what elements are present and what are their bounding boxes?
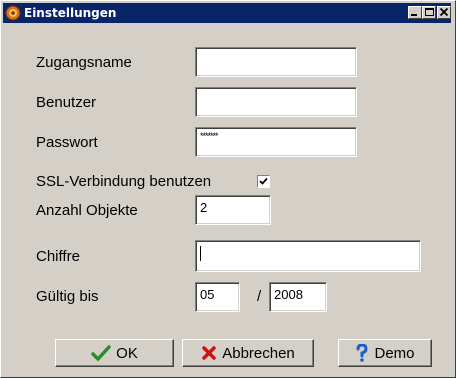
question-mark-icon [356,344,368,362]
ssl-checkbox[interactable] [257,175,270,188]
object-count-input[interactable]: 2 [195,195,271,225]
cipher-input[interactable] [195,240,421,272]
window-title: Einstellungen [24,6,117,20]
user-input[interactable] [195,87,357,117]
ok-button[interactable]: OK [55,339,174,367]
minimize-icon [411,14,417,16]
red-x-icon [202,346,216,360]
title-bar[interactable]: Einstellungen [3,3,451,23]
checkmark-icon [91,345,111,362]
account-name-input[interactable] [195,47,357,77]
cancel-label: Abbrechen [222,344,295,362]
checkmark-icon [259,177,268,185]
account-name-label: Zugangsname [36,54,132,71]
date-separator: / [257,288,262,305]
valid-year-input[interactable]: 2008 [269,282,327,312]
demo-button[interactable]: Demo [338,339,432,367]
demo-label: Demo [374,344,415,362]
minimize-button[interactable] [408,6,422,19]
cancel-button[interactable]: Abbrechen [182,339,314,367]
maximize-button[interactable] [422,6,436,19]
settings-window: Einstellungen Zugangsname Benutzer Passw… [0,0,456,378]
cipher-label: Chiffre [36,248,80,265]
ok-label: OK [116,344,138,362]
close-button[interactable] [437,6,451,19]
ssl-label: SSL-Verbindung benutzen [36,173,212,190]
maximize-icon [425,8,434,16]
text-caret [200,246,201,262]
close-icon [439,8,449,17]
object-count-label: Anzahl Objekte [36,202,138,219]
password-input[interactable]: ******* [195,127,357,157]
valid-month-input[interactable]: 05 [195,282,240,312]
password-label: Passwort [36,134,98,151]
valid-until-label: Gültig bis [36,288,99,305]
app-icon[interactable] [5,5,21,21]
user-label: Benutzer [36,94,97,111]
